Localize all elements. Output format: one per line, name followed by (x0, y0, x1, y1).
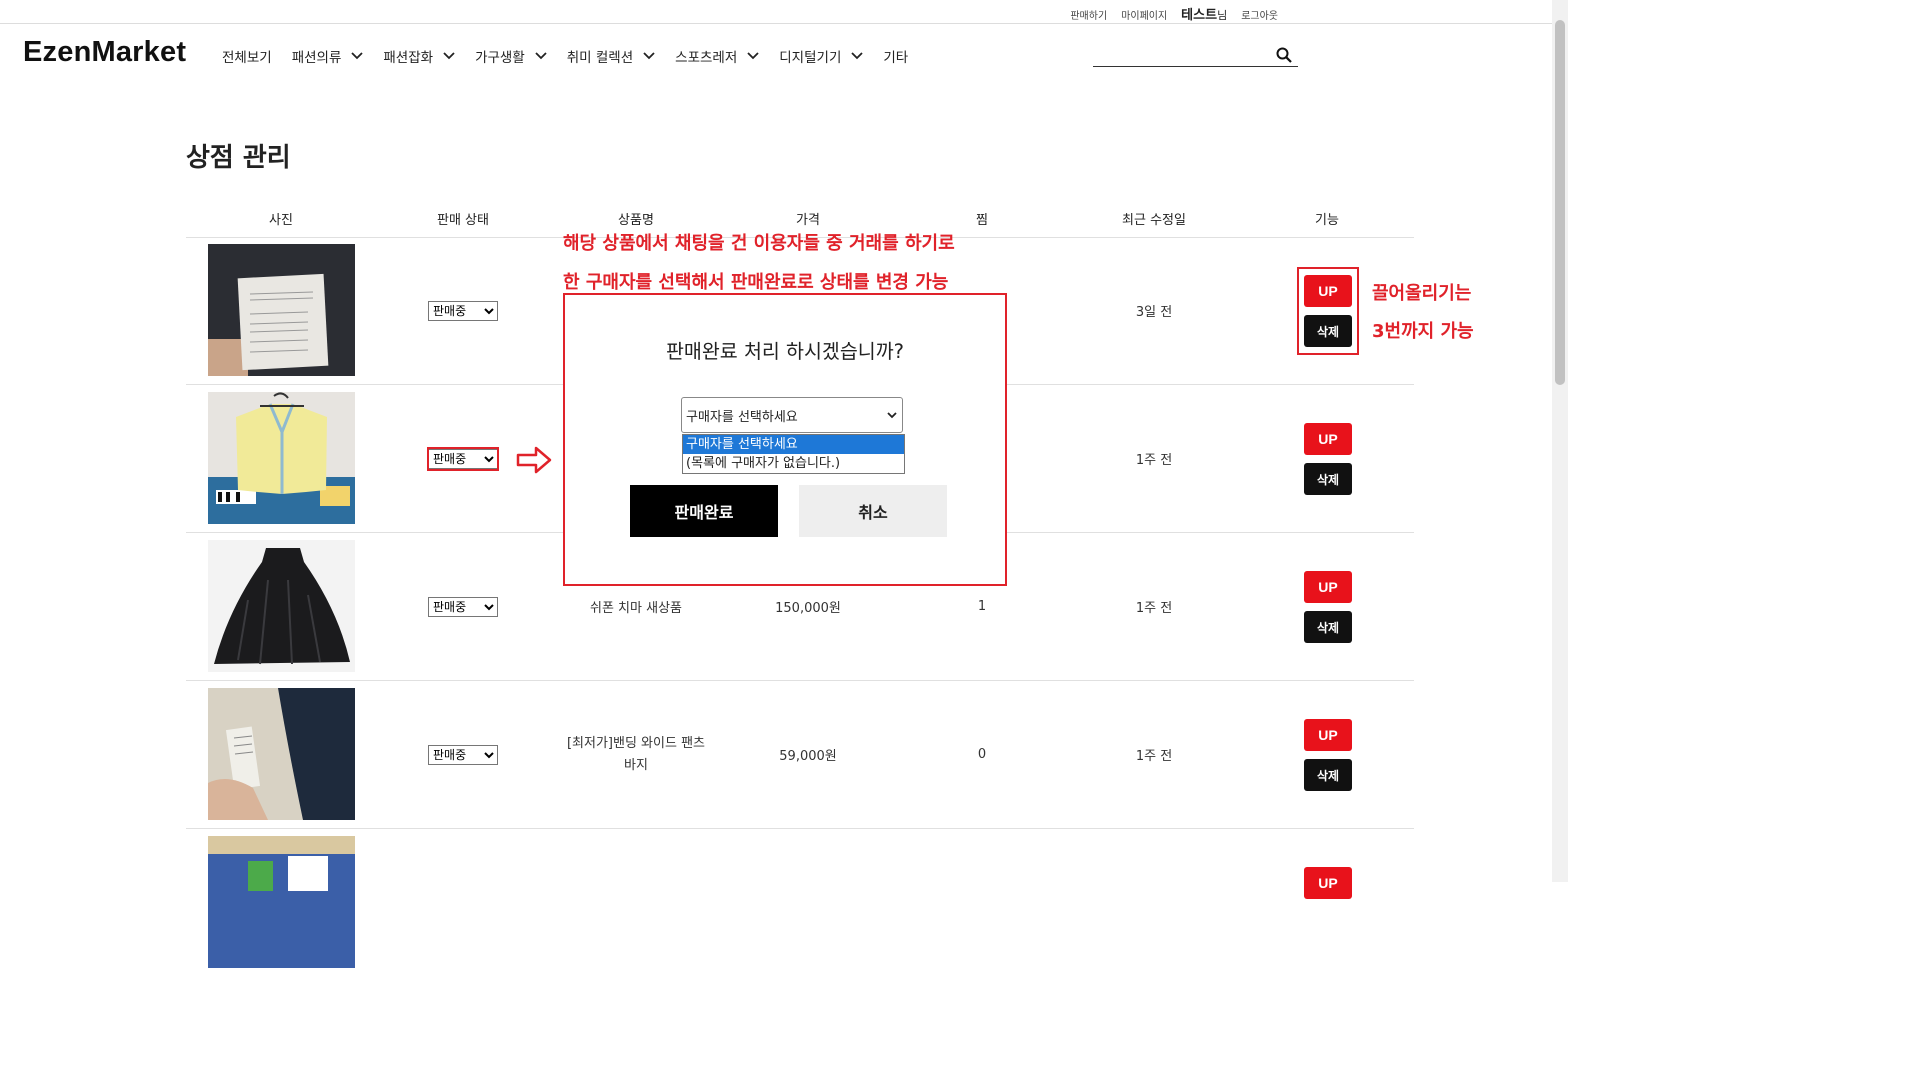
annotation-line1: 해당 상품에서 채팅을 건 이용자들 중 거래를 하기로 (563, 233, 955, 254)
mypage-link[interactable]: 마이페이지 (1121, 7, 1167, 22)
user-suffix: 님 (1217, 9, 1228, 22)
nav-label: 패션의류 (291, 50, 342, 66)
logout-link[interactable]: 로그아웃 (1241, 7, 1278, 22)
status-cell: 판매중 (428, 237, 498, 384)
product-photo[interactable] (208, 392, 355, 524)
up-button[interactable]: UP (1304, 867, 1352, 899)
header-likes: 찜 (976, 213, 988, 228)
user-name: 테스트 (1181, 8, 1218, 23)
top-links: 판매하기 마이페이지 테스트님 로그아웃 (1070, 4, 1278, 23)
buyer-select-value: 구매자를 선택하세요 (686, 409, 798, 425)
status-highlight-box (427, 447, 499, 471)
buyer-option[interactable]: (목록에 구매자가 없습니다.) (683, 454, 904, 473)
header-photo: 사진 (269, 213, 293, 228)
header-updated: 최근 수정일 (1122, 213, 1186, 228)
page-scrollbar[interactable] (1552, 0, 1568, 882)
chevron-down-icon (443, 52, 455, 60)
status-select[interactable]: 판매중 (428, 300, 498, 321)
nav-label: 전체보기 (222, 50, 272, 66)
nav-label: 가구생활 (475, 50, 525, 66)
up-button[interactable]: UP (1304, 719, 1352, 751)
actions-highlight-box (1297, 267, 1359, 355)
page-title: 상점 관리 (186, 143, 291, 173)
like-count: 0 (977, 747, 987, 762)
user-greeting: 테스트님 (1181, 4, 1227, 23)
scrollbar-thumb[interactable] (1555, 20, 1565, 385)
chevron-down-icon (351, 52, 364, 60)
nav-item-all[interactable]: 전체보기 (222, 46, 272, 66)
updated-date: 1주 전 (1135, 453, 1173, 468)
up-note-line1: 끌어올리기는 (1372, 283, 1472, 304)
status-select[interactable]: 판매중 (428, 744, 498, 765)
nav-label: 패션잡화 (383, 50, 434, 66)
product-photo[interactable] (208, 540, 355, 672)
search-input[interactable] (1093, 44, 1272, 66)
updated-date: 1주 전 (1135, 601, 1173, 616)
header-actions: 기능 (1315, 213, 1339, 228)
up-button[interactable]: UP (1304, 423, 1352, 455)
header-status: 판매 상태 (437, 213, 489, 228)
nav-item-fashion-clothing[interactable]: 패션의류 (292, 46, 364, 66)
main-nav: 전체보기 패션의류 패션잡화 가구생활 취미 컬렉션 스포츠레저 디지털기기 기… (222, 46, 908, 66)
nav-item-furniture[interactable]: 가구생활 (475, 46, 547, 66)
site-logo[interactable]: EzenMarket (23, 36, 186, 69)
nav-label: 디지털기기 (779, 50, 842, 66)
status-cell: 판매중 (428, 681, 498, 828)
chevron-down-icon (535, 52, 547, 60)
header-price: 가격 (796, 213, 820, 228)
buyer-options-list: 구매자를 선택하세요 (목록에 구매자가 없습니다.) (682, 434, 905, 474)
status-select[interactable]: 판매중 (428, 596, 498, 617)
table-row: UP (186, 829, 1414, 976)
product-photo[interactable] (208, 836, 355, 968)
sell-link[interactable]: 판매하기 (1070, 7, 1107, 22)
nav-label: 스포츠레저 (675, 50, 738, 66)
product-photo[interactable] (208, 688, 355, 820)
search-bar (1093, 44, 1298, 67)
search-icon[interactable] (1276, 47, 1292, 63)
confirm-sale-button[interactable]: 판매완료 (630, 485, 778, 537)
product-price: 59,000원 (779, 749, 837, 764)
chevron-down-icon (887, 412, 897, 419)
up-button[interactable]: UP (1304, 571, 1352, 603)
cancel-button[interactable]: 취소 (799, 485, 947, 537)
arrow-right-icon (516, 446, 552, 474)
table-row: 판매중 [최저가]밴딩 와이드 팬츠 바지 59,000원 0 1주 전 UP … (186, 681, 1414, 829)
modal-question: 판매완료 처리 하시겠습니까? (665, 340, 905, 363)
annotation-line2: 한 구매자를 선택해서 판매완료로 상태를 변경 가능 (563, 272, 949, 293)
sale-complete-modal: 판매완료 처리 하시겠습니까? 구매자를 선택하세요 구매자를 선택하세요 (목… (563, 293, 1007, 586)
up-note-line2: 3번까지 가능 (1372, 321, 1474, 342)
product-name: [최저가]밴딩 와이드 팬츠 바지 (566, 735, 705, 773)
nav-item-etc[interactable]: 기타 (883, 46, 908, 66)
status-cell: 판매중 (428, 533, 498, 680)
nav-item-sports[interactable]: 스포츠레저 (675, 46, 759, 66)
top-bar: 판매하기 마이페이지 테스트님 로그아웃 (0, 0, 1552, 24)
nav-label: 기타 (883, 50, 909, 66)
delete-button[interactable]: 삭제 (1304, 759, 1352, 791)
chevron-down-icon (851, 52, 864, 60)
nav-label: 취미 컬렉션 (566, 50, 634, 66)
header-name: 상품명 (618, 213, 654, 228)
nav-item-hobby[interactable]: 취미 컬렉션 (567, 46, 655, 66)
nav-item-digital[interactable]: 디지털기기 (779, 46, 864, 66)
delete-button[interactable]: 삭제 (1304, 463, 1352, 495)
chevron-down-icon (643, 52, 655, 60)
nav-item-fashion-goods[interactable]: 패션잡화 (383, 46, 455, 66)
product-photo[interactable] (208, 244, 355, 376)
updated-date: 1주 전 (1135, 749, 1173, 764)
updated-date: 3일 전 (1135, 305, 1173, 320)
buyer-select[interactable]: 구매자를 선택하세요 (681, 397, 903, 433)
buyer-option[interactable]: 구매자를 선택하세요 (683, 435, 904, 454)
chevron-down-icon (747, 52, 759, 60)
delete-button[interactable]: 삭제 (1304, 611, 1352, 643)
